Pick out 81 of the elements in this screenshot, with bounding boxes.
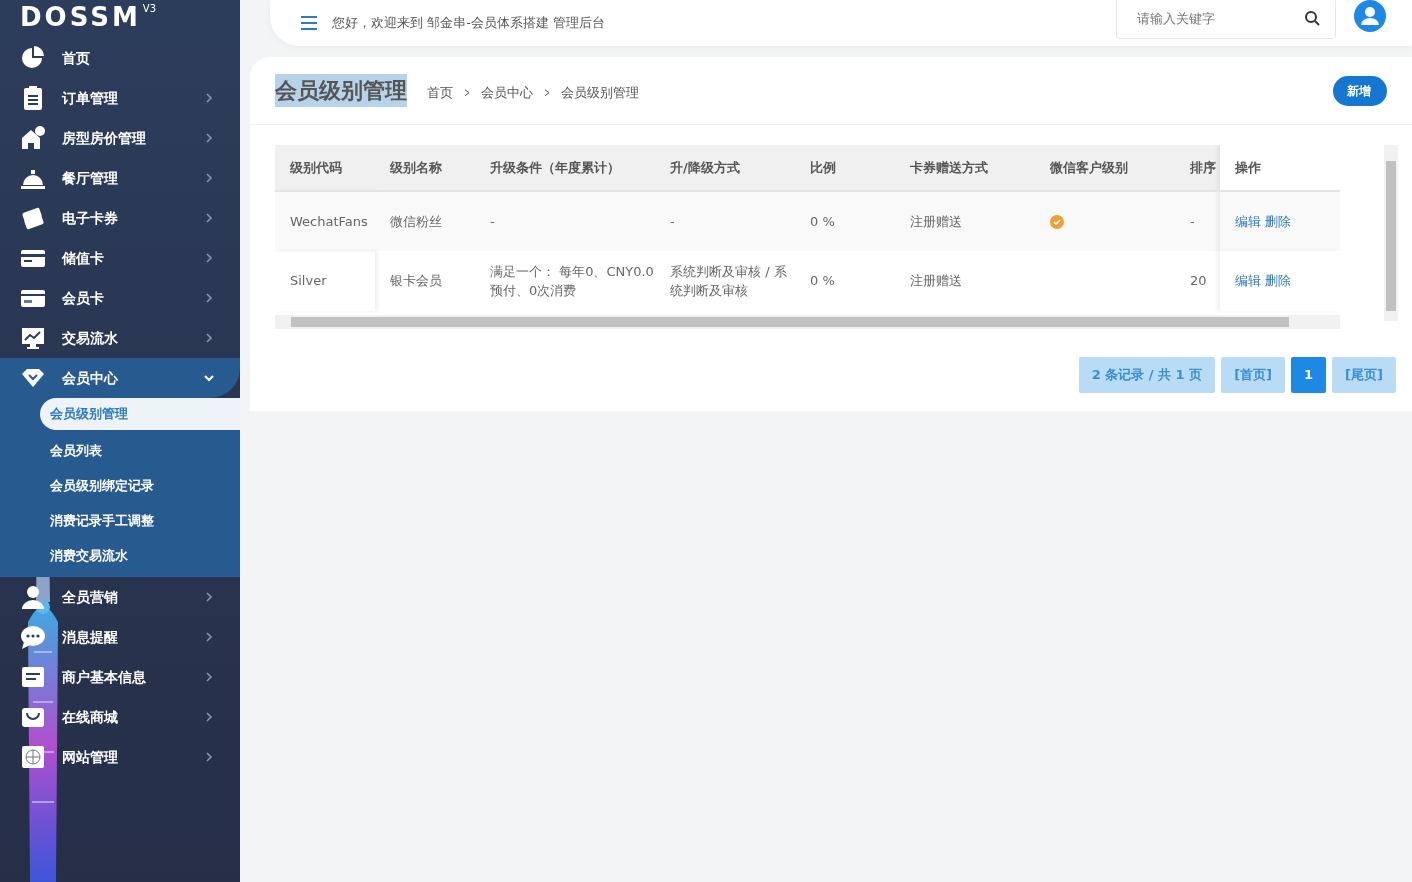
logo-text: DOSSM (20, 4, 141, 30)
globe-icon (20, 744, 46, 770)
column-header: 升/降级方式 (655, 145, 795, 191)
column-header: 级别名称 (375, 145, 475, 191)
chevron-right-icon (204, 253, 214, 263)
table-cell: 0 % (795, 251, 895, 311)
table-cell: 20 (1175, 251, 1220, 311)
house-icon (20, 125, 46, 151)
breadcrumb-item[interactable]: 会员中心 (481, 82, 533, 103)
table-cell: - (655, 191, 795, 251)
column-header: 排序 (1175, 145, 1220, 191)
sidebar-item[interactable]: 网站管理 (0, 737, 240, 777)
sidebar-item[interactable]: 全员营销 (0, 577, 240, 617)
table-cell: 0 % (795, 191, 895, 251)
search-field[interactable]: 请输入关键字 (1116, 0, 1336, 39)
table-cell: 系统判断及审核 / 系统判断及审核 (655, 251, 795, 311)
table-cell: 注册赠送 (895, 251, 1035, 311)
chevron-right-icon (204, 93, 214, 103)
submenu-item[interactable]: 消费交易流水 (0, 538, 240, 573)
sidebar-item[interactable]: 储值卡 (0, 238, 240, 278)
table-cell: 银卡会员 (375, 251, 475, 311)
sidebar-item[interactable]: 电子卡券 (0, 198, 240, 238)
chevron-right-icon (204, 672, 214, 682)
chevron-right-icon (204, 213, 214, 223)
sidebar-item[interactable]: 消息提醒 (0, 617, 240, 657)
sidebar-item[interactable]: 房型房价管理 (0, 118, 240, 158)
column-header: 操作 (1220, 145, 1340, 191)
sidebar-item[interactable]: 交易流水 (0, 318, 240, 358)
sidebar-item[interactable]: 餐厅管理 (0, 158, 240, 198)
column-header: 卡券赠送方式 (895, 145, 1035, 191)
chevron-right-icon (204, 333, 214, 343)
submenu-item[interactable]: 会员列表 (0, 433, 240, 468)
sidebar-item[interactable]: 会员卡 (0, 278, 240, 318)
submenu-item[interactable]: 消费记录手工调整 (0, 503, 240, 538)
chat-bubble-icon (20, 624, 46, 650)
column-header: 微信客户级别 (1035, 145, 1175, 191)
table-cell: - (1175, 191, 1220, 251)
table-cell: 注册赠送 (895, 191, 1035, 251)
id-card-icon (20, 664, 46, 690)
action-link[interactable]: 删除 (1265, 273, 1291, 289)
page-button[interactable]: 1 (1291, 357, 1327, 393)
sidebar-item[interactable]: 首页 (0, 38, 240, 78)
breadcrumb-item[interactable]: 首页 (427, 82, 453, 103)
record-count: 2 条记录 / 共 1 页 (1078, 357, 1216, 393)
chevron-right-icon (204, 173, 214, 183)
menu-icon (300, 15, 318, 31)
add-button[interactable]: 新增 (1333, 75, 1387, 106)
submenu-item[interactable]: 会员级别管理 (40, 398, 240, 430)
sidebar-item[interactable]: 在线商城 (0, 697, 240, 737)
sidebar-item[interactable]: 订单管理 (0, 78, 240, 118)
monitor-chart-icon (20, 325, 46, 351)
chevron-down-icon (204, 373, 214, 383)
table-cell: Silver (275, 251, 375, 311)
version-label: V3 (142, 4, 157, 14)
action-link[interactable]: 编辑 (1235, 273, 1261, 289)
chevron-right-icon (204, 592, 214, 602)
column-header: 升级条件（年度累计） (475, 145, 655, 191)
pie-chart-icon (20, 45, 46, 71)
column-header: 级别代码 (275, 145, 375, 191)
action-link[interactable]: 删除 (1265, 213, 1291, 229)
horizontal-scrollbar[interactable] (275, 315, 1340, 329)
people-icon (20, 584, 46, 610)
search-icon (1304, 10, 1320, 26)
table-cell: 满足一个： 每年0、CNY0.0预付、0次消费 (475, 251, 655, 311)
chevron-right-icon (204, 293, 214, 303)
column-header: 比例 (795, 145, 895, 191)
chevron-right-icon (204, 133, 214, 143)
table-cell: WechatFans (275, 191, 375, 251)
chevron-right-icon (204, 752, 214, 762)
chevron-right-icon (204, 632, 214, 642)
breadcrumb-item[interactable]: 会员级别管理 (561, 82, 639, 103)
page-title: 会员级别管理 (275, 74, 407, 107)
sidebar-item[interactable]: 商户基本信息 (0, 657, 240, 697)
welcome-text: 您好，欢迎来到 邹金串-会员体系搭建 管理后台 (332, 14, 606, 33)
sidebar-item[interactable]: 会员中心 (0, 358, 240, 398)
action-link[interactable]: 编辑 (1235, 213, 1261, 229)
table-cell: - (475, 191, 655, 251)
chevron-right-icon (204, 712, 214, 722)
vertical-scrollbar[interactable] (1384, 145, 1398, 321)
submenu-item[interactable]: 会员级别绑定记录 (0, 468, 240, 503)
table-cell: 微信粉丝 (375, 191, 475, 251)
